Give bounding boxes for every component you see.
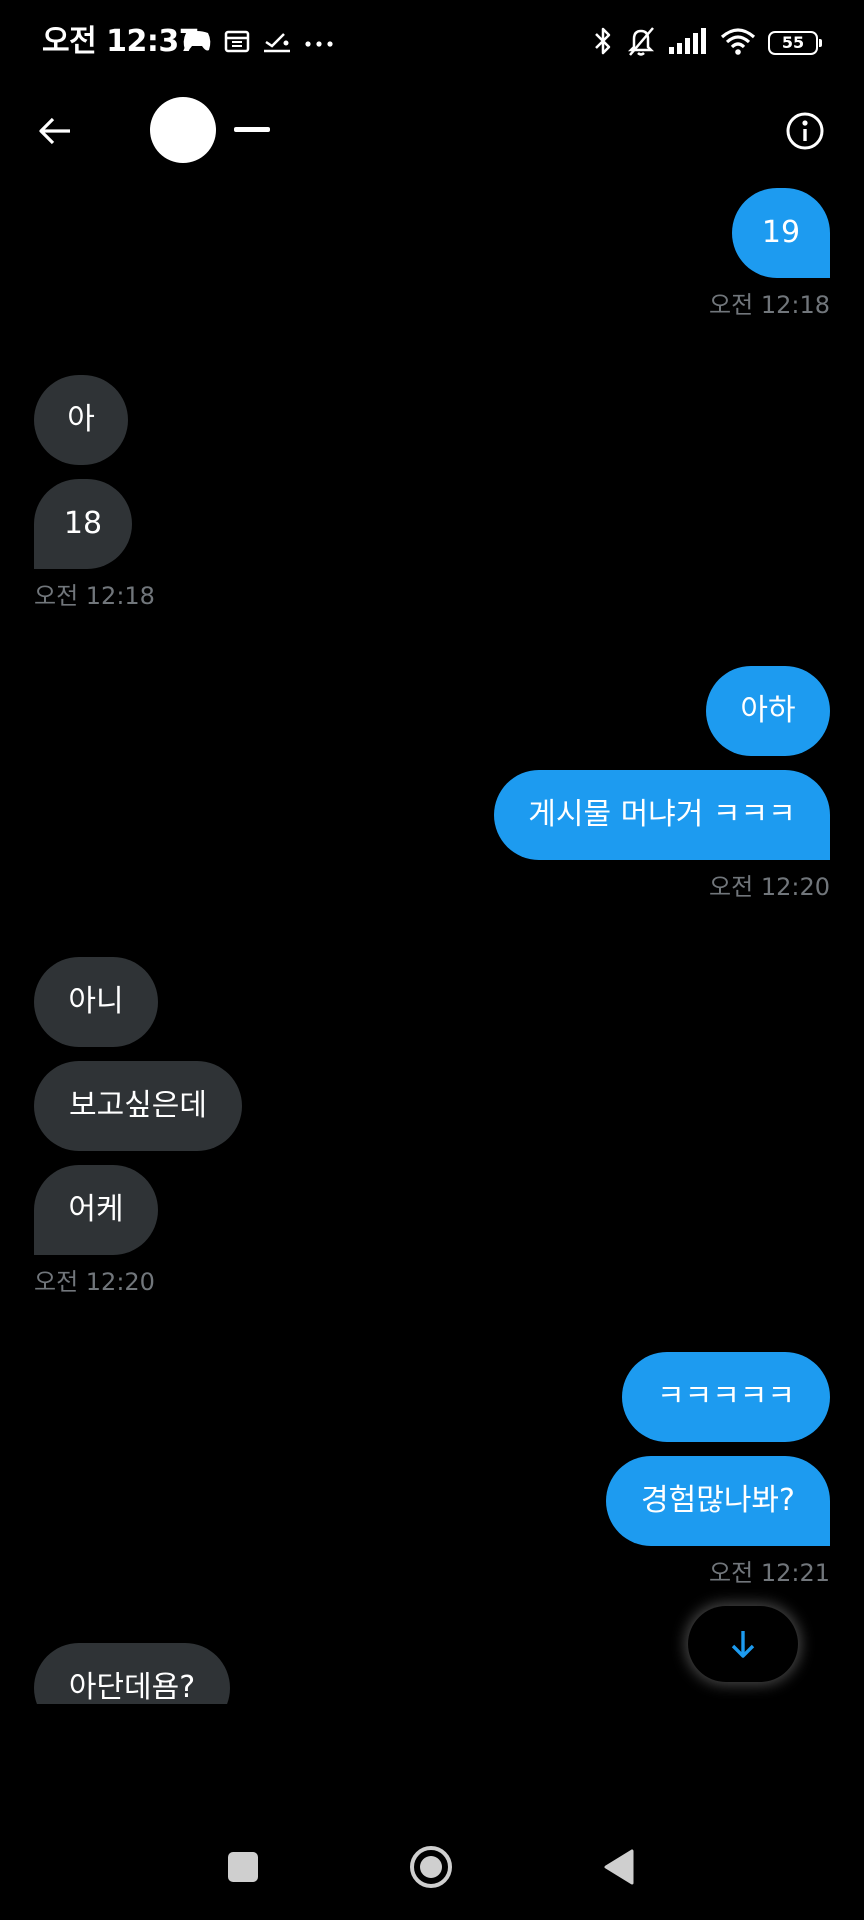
- status-bar: 오전 12:37 55: [0, 0, 864, 86]
- message-timestamp: 오전 12:21: [709, 1559, 830, 1587]
- status-left-icons: [182, 26, 334, 60]
- message-bubble-sent[interactable]: ㅋㅋㅋㅋㅋ: [622, 1352, 830, 1442]
- arrow-down-icon: [731, 1631, 755, 1658]
- battery-icon: 55: [768, 31, 822, 55]
- status-right-icons: 55: [592, 24, 822, 62]
- back-triangle-icon: [604, 1849, 634, 1885]
- message-bubble-received[interactable]: 18: [34, 479, 132, 569]
- back-button[interactable]: [30, 106, 80, 156]
- message-bubble-sent[interactable]: 경험많나봐?: [606, 1456, 830, 1546]
- message-timestamp: 오전 12:20: [34, 1268, 155, 1296]
- arrow-left-icon: [39, 117, 70, 145]
- message-list[interactable]: 19 오전 12:18 아 18 오전 12:18 아하 게시물 머냐거 ㅋㅋㅋ…: [0, 172, 864, 1704]
- status-time: 오전 12:37: [42, 24, 200, 59]
- nav-back-button[interactable]: [594, 1842, 644, 1892]
- game-controller-icon: [182, 29, 212, 57]
- message-bubble-received[interactable]: 보고싶은데: [34, 1061, 242, 1151]
- message-bubble-received[interactable]: 아니: [34, 957, 158, 1047]
- wifi-icon: [720, 27, 756, 59]
- home-button[interactable]: [406, 1842, 456, 1892]
- info-icon: [786, 112, 824, 150]
- message-timestamp: 오전 12:20: [709, 873, 830, 901]
- message-bubble-sent[interactable]: 19: [732, 188, 830, 278]
- calendar-icon: [224, 28, 250, 58]
- message-bubble-sent[interactable]: 게시물 머냐거 ㅋㅋㅋ: [494, 770, 830, 860]
- scroll-to-bottom-button[interactable]: [688, 1606, 798, 1682]
- recent-apps-button[interactable]: [218, 1842, 268, 1892]
- message-timestamp: 오전 12:18: [34, 582, 155, 610]
- recent-apps-icon: [228, 1852, 258, 1882]
- sleep-icon: [262, 28, 292, 58]
- bluetooth-icon: [592, 25, 614, 61]
- message-timestamp: 오전 12:18: [709, 291, 830, 319]
- more-dots-icon: [304, 34, 334, 53]
- bell-off-icon: [626, 25, 656, 61]
- contact-name[interactable]: [234, 127, 270, 132]
- message-bubble-received[interactable]: 아단데욤?: [34, 1643, 230, 1704]
- message-bubble-sent[interactable]: 아하: [706, 666, 830, 756]
- avatar[interactable]: [150, 97, 216, 163]
- signal-icon: [668, 27, 708, 59]
- message-bubble-received[interactable]: 어케: [34, 1165, 158, 1255]
- conversation-header: [0, 86, 864, 172]
- home-icon: [410, 1846, 452, 1888]
- message-bubble-received[interactable]: 아: [34, 375, 128, 465]
- info-button[interactable]: [780, 106, 830, 156]
- system-nav-bar: [0, 1800, 864, 1920]
